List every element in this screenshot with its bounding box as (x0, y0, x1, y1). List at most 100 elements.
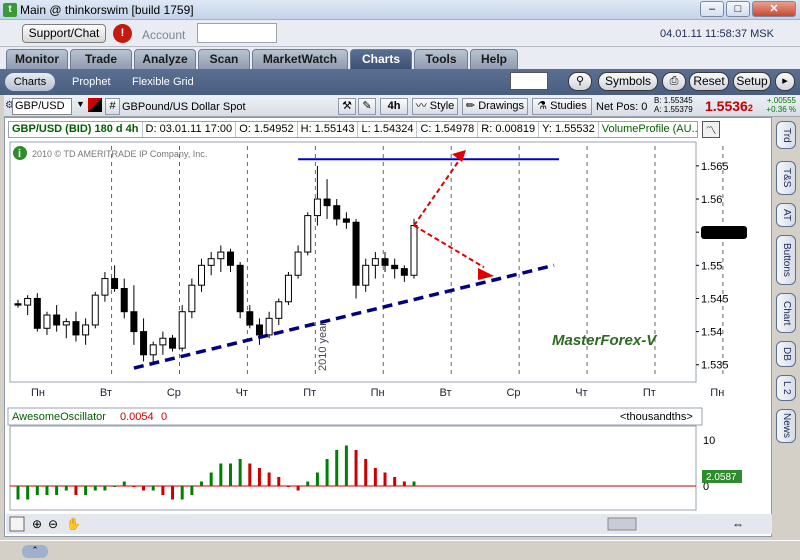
support-chat-button[interactable]: Support/Chat (22, 24, 106, 43)
subtab-flexible-grid[interactable]: Flexible Grid (132, 73, 194, 91)
oscillator-bar (113, 486, 117, 487)
tab-analyze[interactable]: Analyze (134, 49, 196, 69)
close-button[interactable]: ✕ (752, 1, 796, 17)
info-date: D: 03.01.11 17:00 (143, 122, 237, 137)
aggregation-button[interactable]: 4h (380, 98, 408, 115)
minimize-button[interactable]: – (700, 1, 724, 17)
style-button[interactable]: 〰 Style (412, 98, 458, 115)
link-icon[interactable]: ⚲ (568, 72, 592, 91)
link-color-icon[interactable] (88, 98, 102, 112)
candle-body (159, 337, 167, 346)
zoom-reset-icon[interactable] (9, 516, 25, 532)
day-label: Чт (575, 387, 587, 399)
price-tick-label: 1.565 (701, 161, 729, 173)
candle-body (352, 221, 360, 286)
candle-body (207, 258, 215, 266)
symbols-button[interactable]: Symbols (598, 72, 658, 91)
reset-button[interactable]: Reset (689, 72, 729, 91)
studies-icon: ⚗ (537, 100, 548, 112)
alert-icon[interactable]: ! (113, 24, 132, 43)
day-label: Ср (506, 387, 520, 399)
candle-body (91, 294, 99, 326)
sidetab-trd[interactable]: Trd (776, 121, 796, 149)
oscillator-bar (296, 486, 300, 491)
grid-icon[interactable]: # (105, 98, 120, 115)
print-icon[interactable]: ⎙ (662, 72, 686, 91)
support-trendline (133, 263, 555, 370)
tab-scan[interactable]: Scan (198, 49, 250, 69)
candle-body (140, 331, 148, 356)
sidetab-at[interactable]: AT (776, 203, 796, 227)
oscillator-bar (151, 486, 155, 491)
sidetab-chart[interactable]: Chart (776, 293, 796, 333)
dropdown-arrow-icon[interactable]: ▼ (76, 99, 85, 109)
net-change-percent: +0.36 % (766, 105, 796, 114)
candle-body (120, 288, 128, 313)
price-marker (701, 226, 747, 239)
awesome-oscillator-bars (9, 425, 697, 511)
setup-button[interactable]: Setup (733, 72, 771, 91)
info-low: L: 1.54324 (358, 122, 418, 137)
subtab-charts[interactable]: Charts (5, 73, 55, 91)
oscillator-bar (45, 486, 49, 495)
oscillator-bar (55, 486, 59, 495)
candle-body (178, 311, 186, 349)
day-label: Чт (236, 387, 248, 399)
candle-body (381, 258, 389, 266)
collapse-icon[interactable]: ⌃ (22, 545, 48, 558)
candle-body (72, 321, 80, 336)
sidetab-news[interactable]: News (776, 409, 796, 443)
sidetab-ts[interactable]: T&S (776, 161, 796, 195)
info-range: R: 0.00819 (478, 122, 540, 137)
account-field[interactable] (197, 23, 277, 43)
scroll-thumb[interactable] (607, 517, 637, 531)
oscillator-pane-border (9, 425, 697, 511)
drawings-button[interactable]: ✏ Drawings (462, 98, 528, 115)
candle-body (14, 303, 22, 306)
account-label: Account (142, 28, 186, 42)
maximize-button[interactable]: □ (726, 1, 750, 17)
candle-body (342, 218, 350, 223)
zoom-in-icon[interactable]: ⊕ (32, 517, 42, 531)
tab-marketwatch[interactable]: MarketWatch (252, 49, 348, 69)
info-icon-glyph: i (18, 148, 21, 160)
crosshair-icon[interactable]: ⚒ (338, 98, 356, 115)
wrench-icon[interactable]: ✎ (358, 98, 376, 115)
style-icon: 〰 (415, 100, 427, 112)
candle-body (198, 264, 206, 286)
sidetab-l2[interactable]: L 2 (776, 375, 796, 401)
price-chart[interactable]: 1.5651.561.5551.551.5451.541.535ПнВтСрЧт… (4, 138, 772, 538)
chart-info-bar: GBP/USD (BID) 180 d 4h D: 03.01.11 17:00 O… (8, 121, 698, 138)
candle-body (275, 301, 283, 319)
sidetab-db[interactable]: DB (776, 341, 796, 367)
expand-icon[interactable]: ▸ (775, 72, 795, 91)
tab-tools[interactable]: Tools (414, 49, 468, 69)
day-label: Пт (643, 387, 656, 399)
studies-label: Studies (550, 100, 587, 112)
chart-scrollbar[interactable] (6, 514, 772, 534)
sidetab-buttons[interactable]: Buttons (776, 235, 796, 285)
oscillator-bar (171, 486, 175, 500)
oscillator-value: 0.0054 (120, 411, 154, 423)
tab-monitor[interactable]: Monitor (6, 49, 68, 69)
expand-chart-icon[interactable]: ⇔ (732, 517, 744, 531)
candle-body (188, 284, 196, 313)
candle-body (246, 311, 254, 326)
bid-ask: B: 1.55345 A: 1.55379 (654, 96, 693, 114)
hand-icon[interactable]: ✋ (66, 517, 81, 531)
oscillator-bar (306, 481, 310, 486)
grid-layout-field[interactable] (510, 72, 548, 90)
day-label: Пн (710, 387, 724, 399)
studies-button[interactable]: ⚗ Studies (532, 98, 592, 115)
tab-trade[interactable]: Trade (70, 49, 132, 69)
zoom-out-icon[interactable]: ⊖ (48, 517, 58, 531)
oscillator-bar (364, 459, 368, 486)
copyright-text: 2010 © TD AMERITRADE IP Company, Inc. (32, 149, 207, 159)
tab-help[interactable]: Help (470, 49, 518, 69)
tab-charts[interactable]: Charts (350, 49, 412, 69)
subtab-prophet[interactable]: Prophet (72, 73, 111, 91)
chart-style-icon[interactable]: 〽 (702, 121, 720, 138)
drawings-label: Drawings (478, 100, 525, 112)
symbol-input[interactable]: GBP/USD (12, 98, 72, 115)
oscillator-bar (383, 472, 387, 486)
